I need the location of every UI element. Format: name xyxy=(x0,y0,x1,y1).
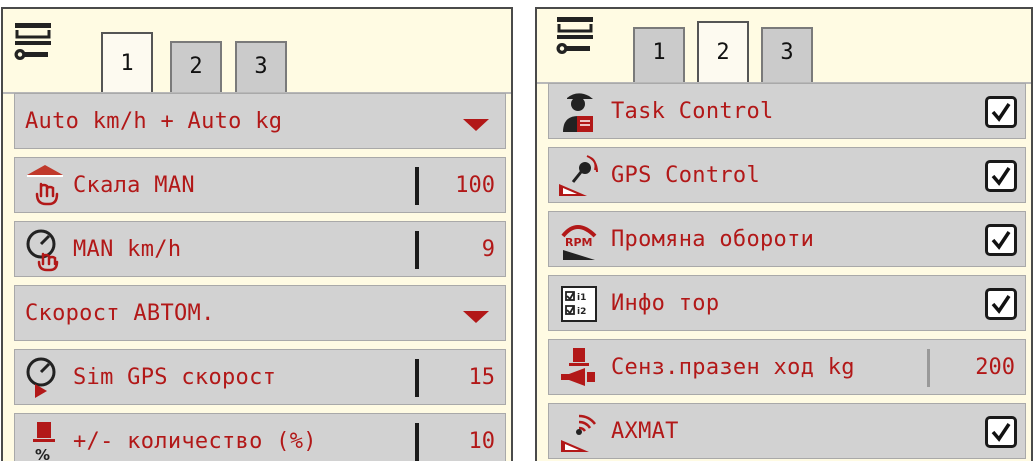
quantity-change-row[interactable]: % +/- количество (%) 10 xyxy=(14,413,506,461)
svg-text:RPM: RPM xyxy=(565,236,592,249)
tab-1[interactable]: 1 xyxy=(633,27,685,83)
man-scale-label: Скала MAN xyxy=(73,173,195,198)
rpm-change-label: Промяна обороти xyxy=(611,227,815,252)
value-separator xyxy=(415,167,419,205)
task-control-checkbox[interactable] xyxy=(985,96,1017,128)
value-separator xyxy=(415,231,419,269)
man-speed-label: MAN km/h xyxy=(73,237,182,262)
quantity-change-label: +/- количество (%) xyxy=(73,429,317,454)
checkmark-icon xyxy=(991,231,1011,250)
gps-control-label: GPS Control xyxy=(611,163,760,188)
fertilizer-info-row[interactable]: i1 i2 Инфо тор xyxy=(548,275,1026,331)
checkmark-icon xyxy=(991,423,1011,442)
idle-sensor-label: Сенз.празен ход kg xyxy=(611,355,855,380)
rpm-change-row[interactable]: RPM Промяна обороти xyxy=(548,211,1026,267)
rpm-change-icon: RPM xyxy=(561,225,597,260)
axmat-label: AXMAT xyxy=(611,419,679,444)
quantity-change-value[interactable]: 10 xyxy=(469,414,496,461)
idle-sensor-value[interactable]: 200 xyxy=(975,340,1015,396)
dropdown-arrow-icon xyxy=(463,311,489,323)
man-speed-row[interactable]: MAN km/h 9 xyxy=(14,221,506,277)
checkmark-icon xyxy=(991,167,1011,186)
speedometer-hand-icon xyxy=(26,229,59,272)
axmat-row[interactable]: AXMAT xyxy=(548,403,1026,459)
tab-2[interactable]: 2 xyxy=(697,21,749,83)
manual-scale-hand-icon xyxy=(27,165,63,206)
gps-control-row[interactable]: GPS Control xyxy=(548,147,1026,203)
tab-3[interactable]: 3 xyxy=(235,41,287,93)
weight-percent-icon: % xyxy=(33,422,55,461)
sim-gps-speed-value[interactable]: 15 xyxy=(469,350,496,406)
checkmark-icon xyxy=(991,103,1011,122)
tab-1[interactable]: 1 xyxy=(101,32,153,94)
info-checklist-icon: i1 i2 xyxy=(561,286,597,322)
man-speed-value[interactable]: 9 xyxy=(482,222,495,278)
fertilizer-info-checkbox[interactable] xyxy=(985,288,1017,320)
panel-header: 1 2 3 xyxy=(3,9,511,94)
speed-mode-label: Auto km/h + Auto kg xyxy=(25,109,283,134)
axmat-signal-icon xyxy=(561,414,596,452)
svg-text:%: % xyxy=(35,446,50,461)
value-separator xyxy=(927,349,930,387)
idle-sensor-row[interactable]: Сенз.празен ход kg 200 xyxy=(548,339,1026,395)
panel-header: 1 2 3 xyxy=(537,9,1031,93)
sim-gps-speed-label: Sim GPS скорост xyxy=(73,365,277,390)
weight-horn-sensor-icon xyxy=(561,348,595,386)
svg-text:i2: i2 xyxy=(577,307,586,317)
fertilizer-info-label: Инфо тор xyxy=(611,291,720,316)
settings-menu-wrench-icon[interactable] xyxy=(13,21,53,65)
value-separator xyxy=(415,423,419,461)
auto-speed-dropdown[interactable]: Скорост АВТОМ. xyxy=(14,285,506,341)
rpm-change-checkbox[interactable] xyxy=(985,224,1017,256)
value-separator xyxy=(415,359,419,397)
tab-3[interactable]: 3 xyxy=(761,27,813,83)
checkmark-icon xyxy=(991,295,1011,314)
tab-2[interactable]: 2 xyxy=(170,41,222,93)
settings-panel-right: 1 2 3 Task Control GPS Control RPM Промя… xyxy=(535,7,1033,461)
man-scale-value[interactable]: 100 xyxy=(455,158,495,214)
sim-gps-speed-row[interactable]: Sim GPS скорост 15 xyxy=(14,349,506,405)
settings-menu-wrench-icon[interactable] xyxy=(555,15,595,59)
auto-speed-label: Скорост АВТОМ. xyxy=(25,301,215,326)
svg-text:i1: i1 xyxy=(577,293,586,303)
gps-satellite-icon xyxy=(559,155,598,196)
farmer-tablet-icon xyxy=(563,93,593,132)
dropdown-arrow-icon xyxy=(463,119,489,131)
man-scale-row[interactable]: Скала MAN 100 xyxy=(14,157,506,213)
speed-mode-dropdown[interactable]: Auto km/h + Auto kg xyxy=(14,93,506,149)
settings-panel-left: 1 2 3 Auto km/h + Auto kg Скала MAN 100 … xyxy=(1,7,513,461)
gps-control-checkbox[interactable] xyxy=(985,160,1017,192)
speedometer-play-icon xyxy=(26,357,56,398)
task-control-row[interactable]: Task Control xyxy=(548,83,1026,139)
axmat-checkbox[interactable] xyxy=(985,416,1017,448)
task-control-label: Task Control xyxy=(611,99,774,124)
